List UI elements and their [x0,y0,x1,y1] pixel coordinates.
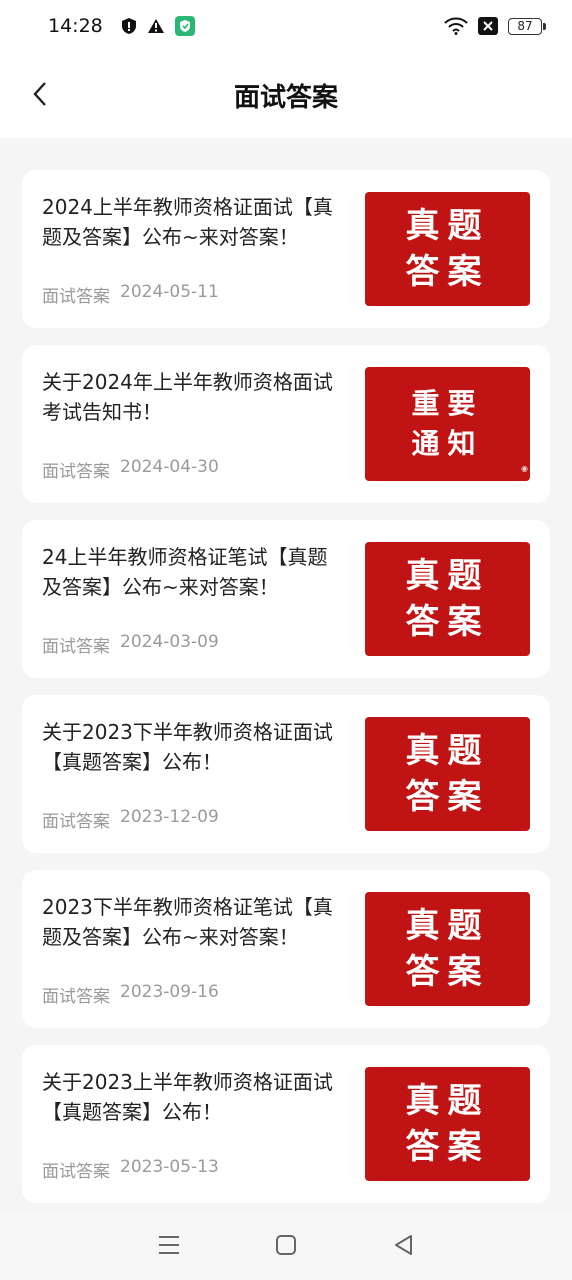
thumbnail-text-line1: 真题 [405,731,490,771]
article-title: 24上半年教师资格证笔试【真题及答案】公布~来对答案！ [42,545,328,599]
article-card[interactable]: 2023下半年教师资格证笔试【真题及答案】公布~来对答案！ 面试答案 2023-… [22,870,550,1028]
nav-back-button[interactable] [383,1225,423,1265]
thumbnail-text-line1: 真题 [405,556,490,596]
article-category: 面试答案 [42,637,110,657]
article-card[interactable]: 关于2023下半年教师资格证面试【真题答案】公布！ 面试答案 2023-12-0… [22,695,550,853]
status-time: 14:28 [48,15,103,37]
system-nav-bar [0,1210,572,1280]
article-category: 面试答案 [42,287,110,307]
back-triangle-icon [395,1235,413,1255]
article-card[interactable]: 2024上半年教师资格证面试【真题及答案】公布~来对答案！ 面试答案 2024-… [22,170,550,328]
home-square-icon [275,1235,296,1255]
thumbnail-text-line2: 通知 [411,427,484,460]
nav-home-button[interactable] [266,1225,306,1265]
status-bar: 14:28 87 [0,0,572,52]
thumbnail-text-line2: 答案 [405,777,490,817]
header: 面试答案 [0,52,572,138]
article-card[interactable]: 关于2024年上半年教师资格面试考试告知书！ 面试答案 2024-04-30 重… [22,345,550,503]
article-category: 面试答案 [42,812,110,832]
article-title: 2023下半年教师资格证笔试【真题及答案】公布~来对答案！ [42,895,333,949]
article-card[interactable]: 24上半年教师资格证笔试【真题及答案】公布~来对答案！ 面试答案 2024-03… [22,520,550,678]
article-meta: 面试答案 2024-05-11 [42,282,219,307]
article-thumbnail: 真题 答案 [365,1067,530,1181]
article-title: 关于2024年上半年教师资格面试考试告知书！ [42,370,333,424]
article-category: 面试答案 [42,462,110,482]
battery-icon: 87 [508,17,546,35]
thumbnail-text-line2: 答案 [405,252,490,292]
thumbnail-text-line1: 真题 [405,906,490,946]
status-right-icons: 87 [444,17,546,35]
shield-icon [121,18,136,34]
thumbnail-text-line2: 答案 [405,602,490,642]
thumbnail-text-line2: 答案 [405,952,490,992]
article-date: 2024-05-11 [120,282,219,302]
article-category: 面试答案 [42,1162,110,1182]
article-date: 2023-12-09 [120,807,219,827]
page-title: 面试答案 [233,82,338,113]
article-thumbnail: 重要 通知 ◉ [365,367,530,481]
article-meta: 面试答案 2024-04-30 [42,457,219,482]
menu-icon [158,1236,179,1254]
article-thumbnail: 真题 答案 [365,717,530,831]
back-button[interactable] [22,76,58,112]
thumbnail-text-line1: 真题 [405,206,490,246]
article-meta: 面试答案 2024-03-09 [42,632,219,657]
article-date: 2023-05-13 [120,1157,219,1177]
article-title: 2024上半年教师资格证面试【真题及答案】公布~来对答案！ [42,195,333,249]
warning-icon [147,19,164,33]
battery-level: 87 [517,19,533,33]
chevron-left-icon [33,82,46,106]
article-card[interactable]: 关于2023上半年教师资格证面试【真题答案】公布！ 面试答案 2023-05-1… [22,1045,550,1203]
article-thumbnail: 真题 答案 [365,192,530,306]
article-title: 关于2023上半年教师资格证面试【真题答案】公布！ [42,1070,333,1124]
thumbnail-text-line1: 真题 [405,1081,490,1121]
article-date: 2023-09-16 [120,982,219,1002]
thumbnail-text-line2: 答案 [405,1127,490,1167]
nav-menu-button[interactable] [149,1225,189,1265]
wifi-icon [444,17,468,35]
article-category: 面试答案 [42,987,110,1007]
article-meta: 面试答案 2023-09-16 [42,982,219,1007]
article-date: 2024-04-30 [120,457,219,477]
article-list: 2024上半年教师资格证面试【真题及答案】公布~来对答案！ 面试答案 2024-… [22,170,550,1220]
article-meta: 面试答案 2023-12-09 [42,807,219,832]
article-thumbnail: 真题 答案 [365,892,530,1006]
app-shield-icon [174,16,195,36]
article-thumbnail: 真题 答案 [365,542,530,656]
article-meta: 面试答案 2023-05-13 [42,1157,219,1182]
status-left-icons [121,16,195,36]
thumbnail-text-line1: 重要 [411,387,484,420]
article-title: 关于2023下半年教师资格证面试【真题答案】公布！ [42,720,333,774]
watermark-icon: ◉ [521,464,528,473]
close-box-icon [478,17,498,35]
article-date: 2024-03-09 [120,632,219,652]
